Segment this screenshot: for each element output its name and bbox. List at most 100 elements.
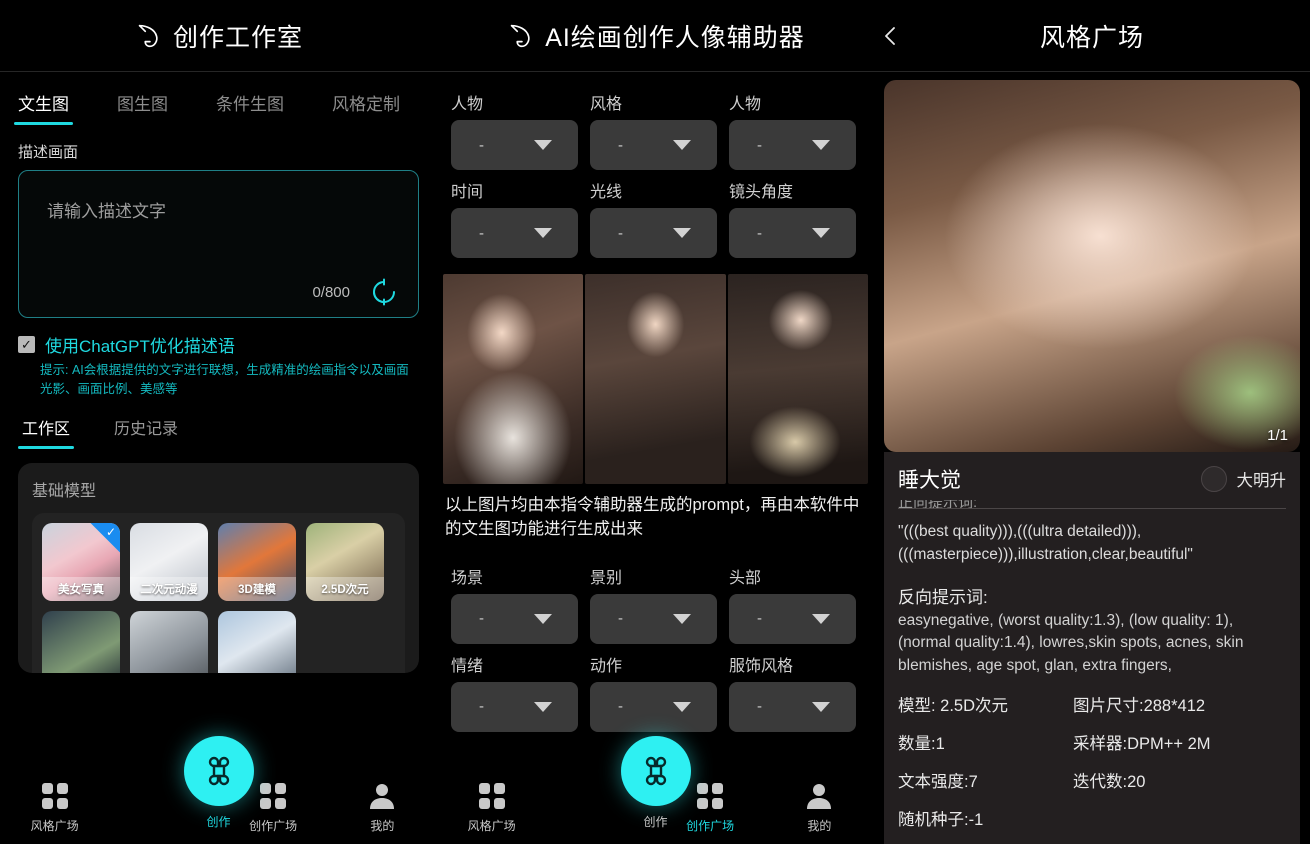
dropdown-select[interactable]: - [451, 593, 578, 644]
base-model-title: 基础模型 [32, 482, 97, 500]
dropdown-select[interactable]: - [590, 120, 717, 170]
base-model-card: 基础模型 ✓ 美女写真 二次元动漫 3D建模 2.5D次元 [18, 462, 419, 673]
command-icon [645, 756, 666, 786]
negative-prompt-text: easynegative, (worst quality:1.3), (low … [898, 611, 1244, 675]
param-row: 数量:1 采样器:DPM++ 2M [898, 730, 1286, 754]
sample-image-1[interactable] [443, 274, 584, 484]
left-header-title-group: 创作工作室 [134, 18, 303, 54]
right-header: 风格广场 [874, 0, 1310, 72]
left-tab-bar: 文生图 图生图 条件生图 风格定制 [0, 72, 437, 125]
tab-conditional-generation[interactable]: 条件生图 [216, 86, 284, 125]
dropdown-label: 情绪 [451, 657, 484, 675]
model-option-7[interactable] [218, 610, 296, 673]
grid-icon [258, 781, 288, 811]
chevron-down-icon [534, 701, 552, 712]
chevron-down-icon [812, 701, 830, 712]
grid-icon [695, 781, 725, 811]
create-fab-button[interactable] [620, 736, 691, 806]
tab-style-customization[interactable]: 风格定制 [332, 86, 400, 125]
param-steps: 迭代数:20 [1073, 773, 1146, 792]
param-seed: 随机种子:-1 [898, 811, 984, 830]
dropdown-select[interactable]: - [729, 208, 856, 258]
brush-logo-icon [134, 21, 164, 51]
model-label: 2.5D次元 [306, 576, 384, 601]
dropdown-value: - [618, 698, 623, 716]
nav-item-profile[interactable]: 我的 [765, 781, 874, 834]
assistant-note: 以上图片均由本指令辅助器生成的prompt，再由本软件中的文生图功能进行生成出来 [445, 496, 860, 538]
dropdown-label: 风格 [590, 96, 623, 113]
chevron-down-icon [534, 140, 552, 150]
mid-bottom-nav: 风格广场 x 创作广场 我的 [437, 736, 874, 844]
base-model-row-1: ✓ 美女写真 二次元动漫 3D建模 2.5D次元 [42, 522, 395, 601]
dropdown-select[interactable]: - [590, 681, 717, 732]
dropdown-label: 时间 [451, 184, 484, 201]
positive-prompt-text: "(((best quality))),(((ultra detailed)))… [898, 523, 1193, 564]
model-option-3d[interactable]: 3D建模 [218, 522, 296, 601]
assistant-dropdowns-top: 人物 - 风格 - 人物 - 时间 - 光线 - 镜头角度 - [437, 72, 874, 258]
tab-image-to-image[interactable]: 图生图 [117, 86, 168, 125]
dropdown-group-character-2: 人物 - [723, 82, 862, 170]
subtab-workspace[interactable]: 工作区 [17, 415, 75, 449]
chevron-down-icon [673, 140, 691, 150]
left-title-text: 创作工作室 [172, 23, 303, 52]
dropdown-select[interactable]: - [590, 208, 717, 258]
work-title: 睡大觉 [898, 469, 961, 492]
base-model-row-2 [42, 610, 395, 673]
negative-prompt-label: 反向提示词: [898, 587, 988, 607]
tab-text-to-image[interactable]: 文生图 [14, 86, 73, 125]
dropdown-select[interactable]: - [729, 120, 856, 170]
section-divider [898, 508, 1286, 509]
model-option-6[interactable] [130, 610, 208, 673]
chevron-down-icon [534, 228, 552, 238]
create-fab-button[interactable] [183, 736, 254, 806]
sample-image-thumb [585, 274, 726, 484]
dropdown-group-light: 光线 - [584, 170, 723, 258]
model-thumbnail [42, 610, 120, 673]
refresh-icon[interactable] [368, 276, 400, 308]
dropdown-group-character-1: 人物 - [445, 82, 584, 170]
nav-label: 创作广场 [249, 819, 298, 833]
dropdown-select[interactable]: - [590, 593, 717, 644]
prompt-placeholder: 请输入描述文字 [47, 202, 166, 221]
model-option-5[interactable] [42, 610, 120, 673]
model-option-2-5d[interactable]: 2.5D次元 [306, 522, 384, 601]
dropdown-group-scene: 场景 - [445, 556, 584, 644]
work-hero-image[interactable]: 1/1 [884, 80, 1300, 452]
positive-prompt-label-row: 正向提示词: [898, 500, 1286, 514]
describe-scene-label: 描述画面 [18, 144, 79, 161]
sample-image-2[interactable] [585, 274, 726, 484]
check-icon: ✓ [105, 524, 116, 539]
dropdown-value: - [757, 610, 762, 628]
chatgpt-optimize-row[interactable]: ✓ 使用ChatGPT优化描述语 [0, 318, 437, 357]
create-fab-label: 创作 [206, 815, 231, 829]
chevron-down-icon [812, 140, 830, 150]
sample-image-3[interactable] [727, 274, 868, 484]
nav-item-profile[interactable]: 我的 [328, 781, 437, 834]
nav-item-style-plaza[interactable]: 风格广场 [0, 781, 109, 834]
left-header: 创作工作室 [0, 0, 437, 72]
subtab-history[interactable]: 历史记录 [114, 415, 178, 449]
dropdown-select[interactable]: - [451, 120, 578, 170]
chatgpt-optimize-label: 使用ChatGPT优化描述语 [45, 337, 235, 356]
dropdown-select[interactable]: - [729, 593, 856, 644]
dropdown-value: - [757, 224, 762, 242]
work-author[interactable]: 大明升 [1200, 466, 1286, 492]
sample-image-thumb [443, 274, 584, 484]
dropdown-label: 景别 [590, 569, 623, 587]
prompt-textarea[interactable]: 请输入描述文字 0/800 [18, 170, 419, 318]
chevron-left-icon[interactable] [880, 25, 902, 47]
model-option-beauty-photo[interactable]: ✓ 美女写真 [42, 522, 120, 601]
chatgpt-optimize-checkbox[interactable]: ✓ [18, 336, 35, 353]
dropdown-select[interactable]: - [729, 681, 856, 732]
dropdown-label: 镜头角度 [729, 184, 794, 201]
base-model-grid: ✓ 美女写真 二次元动漫 3D建模 2.5D次元 [32, 512, 405, 673]
assistant-dropdowns-bottom: 场景 - 景别 - 头部 - 情绪 - 动作 - 服饰风格 - [437, 546, 874, 732]
dropdown-group-clothing-style: 服饰风格 - [723, 644, 862, 732]
panel-ai-portrait-assistant: AI绘画创作人像辅助器 人物 - 风格 - 人物 - 时间 - 光线 - 镜头角… [437, 0, 874, 844]
nav-item-style-plaza[interactable]: 风格广场 [437, 781, 546, 834]
dropdown-select[interactable]: - [451, 208, 578, 258]
dropdown-label: 服饰风格 [729, 657, 794, 675]
chevron-down-icon [812, 613, 830, 624]
dropdown-select[interactable]: - [451, 681, 578, 732]
model-option-anime[interactable]: 二次元动漫 [130, 522, 208, 601]
